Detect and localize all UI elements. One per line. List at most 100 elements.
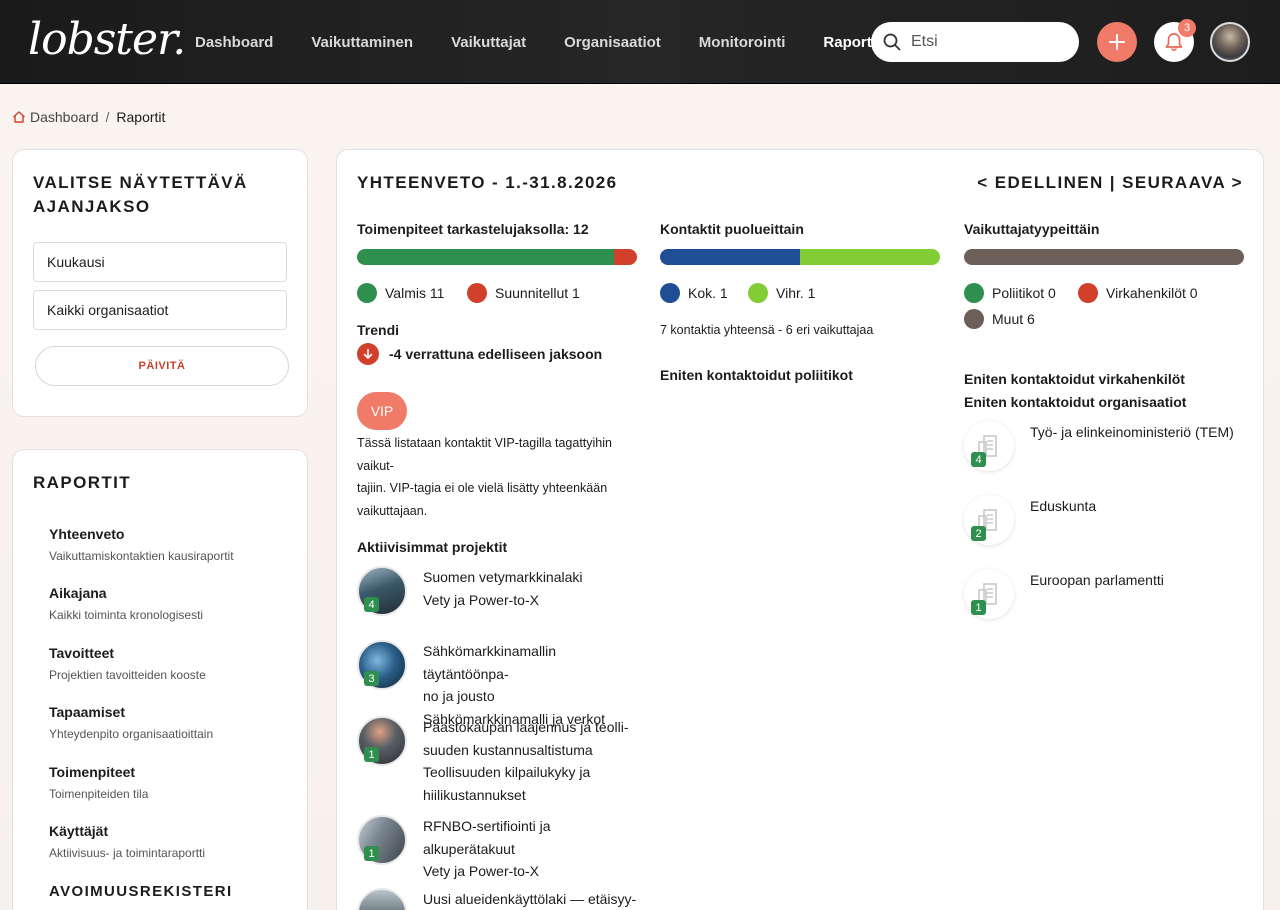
parties-bar xyxy=(660,249,940,265)
report-item-subtitle: Aktiivisuus- ja toimintaraportti xyxy=(49,846,206,860)
report-item-subtitle: Vaikuttamiskontaktien kausiraportit xyxy=(49,549,234,563)
legend-vihr: Vihr. 1 xyxy=(748,283,815,303)
summary-report-card: YHTEENVETO - 1.-31.8.2026 < EDELLINEN | … xyxy=(336,149,1264,910)
search-input[interactable] xyxy=(911,33,1061,51)
prev-next-navigation[interactable]: < EDELLINEN | SEURAAVA > xyxy=(977,171,1243,195)
report-item-yhteenveto[interactable]: Yhteenveto Vaikuttamiskontaktien kausira… xyxy=(49,526,234,563)
breadcrumb: Dashboard / Raportit xyxy=(12,109,165,125)
types-title: Vaikuttajatyypeittäin xyxy=(964,221,1100,237)
vip-description-line: vaikuttajaan. xyxy=(357,503,428,518)
user-avatar[interactable] xyxy=(1210,22,1250,62)
report-item-title: Tapaamiset xyxy=(49,704,125,720)
report-item-title: Aikajana xyxy=(49,585,107,601)
politicians-color-dot xyxy=(964,283,984,303)
period-select[interactable]: Kuukausi xyxy=(33,242,287,282)
active-projects-title: Aktiivisimmat projektit xyxy=(357,539,508,555)
breadcrumb-dashboard-link[interactable]: Dashboard xyxy=(30,109,99,125)
summary-title: YHTEENVETO - 1.-31.8.2026 xyxy=(357,173,618,192)
report-item-subtitle: Projektien tavoitteiden kooste xyxy=(49,668,206,682)
organization-count-badge: 4 xyxy=(971,452,986,467)
report-item-tavoitteet[interactable]: Tavoitteet Projektien tavoitteiden koost… xyxy=(49,645,206,682)
search-box[interactable] xyxy=(871,22,1079,62)
plus-icon xyxy=(1109,34,1125,50)
legend-kok-label: Kok. 1 xyxy=(688,285,728,301)
report-item-title: Käyttäjät xyxy=(49,823,109,839)
organization-count-badge: 2 xyxy=(971,526,986,541)
project-thumbnail[interactable] xyxy=(357,888,407,910)
vip-tag: VIP xyxy=(357,392,407,430)
kok-segment xyxy=(660,249,800,265)
project-item[interactable]: Päästökaupan laajennus ja teolli- suuden… xyxy=(423,716,643,806)
project-count-badge: 1 xyxy=(364,747,379,762)
others-color-dot xyxy=(964,309,984,329)
project-title: RFNBO-sertifiointi ja alkuperätakuut xyxy=(423,818,551,857)
top-organizations-title: Eniten kontaktoidut organisaatiot xyxy=(964,394,1187,410)
project-category: Teollisuuden kilpailukyky ja xyxy=(423,764,591,780)
project-title: Sähkömarkkinamallin täytäntöönpa- xyxy=(423,643,557,682)
report-item-title: Yhteenveto xyxy=(49,526,125,542)
organization-name[interactable]: Työ- ja elinkeinoministeriö (TEM) xyxy=(1030,424,1234,440)
legend-planned-label: Suunnitellut 1 xyxy=(495,285,580,301)
main-nav: Dashboard Vaikuttaminen Vaikuttajat Orga… xyxy=(195,0,919,84)
project-category: Vety ja Power-to-X xyxy=(423,591,539,608)
contacts-total-text: 7 kontaktia yhteensä - 6 eri vaikuttajaa xyxy=(660,323,874,337)
add-button[interactable] xyxy=(1097,22,1137,62)
nav-vaikuttajat[interactable]: Vaikuttajat xyxy=(451,34,526,51)
update-button[interactable]: PÄIVITÄ xyxy=(35,346,289,386)
period-card-title: VALITSE NÄYTETTÄVÄ AJANJAKSO xyxy=(33,173,248,216)
project-count-badge: 3 xyxy=(364,671,379,686)
legend-politicians: Poliitikot 0 xyxy=(964,283,1056,303)
nav-dashboard[interactable]: Dashboard xyxy=(195,34,273,51)
organization-name[interactable]: Euroopan parlamentti xyxy=(1030,572,1164,588)
notifications-button[interactable]: 3 xyxy=(1154,19,1196,62)
top-navigation-bar: lobster. Dashboard Vaikuttaminen Vaikutt… xyxy=(0,0,1280,84)
parties-title: Kontaktit puolueittain xyxy=(660,221,804,237)
trend-text: -4 verrattuna edelliseen jaksoon xyxy=(389,346,603,362)
nav-vaikuttaminen[interactable]: Vaikuttaminen xyxy=(311,34,413,51)
nav-organisaatiot[interactable]: Organisaatiot xyxy=(564,34,661,51)
actions-count-title: Toimenpiteet tarkastelujaksolla: 12 xyxy=(357,221,589,237)
project-category: hiilikustannukset xyxy=(423,786,526,803)
top-politicians-title: Eniten kontaktoidut poliitikot xyxy=(660,367,853,383)
project-item[interactable]: RFNBO-sertifiointi ja alkuperätakuut Vet… xyxy=(423,815,643,883)
project-title: Suomen vetymarkkinalaki xyxy=(423,569,583,585)
lobster-logo[interactable]: lobster. xyxy=(28,14,186,66)
legend-officials: Virkahenkilöt 0 xyxy=(1078,283,1198,303)
nav-monitorointi[interactable]: Monitorointi xyxy=(699,34,786,51)
project-title: no ja jousto xyxy=(423,688,495,704)
done-color-dot xyxy=(357,283,377,303)
legend-done-label: Valmis 11 xyxy=(385,285,445,301)
vip-description-line: tajiin. VIP-tagia ei ole vielä lisätty y… xyxy=(357,481,608,495)
period-selection-card: VALITSE NÄYTETTÄVÄ AJANJAKSO Kuukausi Ka… xyxy=(12,149,308,417)
legend-officials-label: Virkahenkilöt 0 xyxy=(1106,285,1198,301)
legend-done: Valmis 11 xyxy=(357,283,444,303)
report-item-title: Tavoitteet xyxy=(49,645,115,661)
actions-status-bar xyxy=(357,249,637,265)
home-icon[interactable] xyxy=(12,110,26,124)
breadcrumb-current: Raportit xyxy=(116,109,166,125)
project-count-badge: 1 xyxy=(364,846,379,861)
project-category: Vety ja Power-to-X xyxy=(423,863,539,879)
report-item-subtitle: Toimenpiteiden tila xyxy=(49,787,149,801)
notification-count-badge: 3 xyxy=(1178,19,1196,37)
project-title: Päästökaupan laajennus ja teolli- xyxy=(423,719,629,735)
report-item-subtitle: Yhteydenpito organisaatioittain xyxy=(49,727,214,741)
project-item[interactable]: Uusi alueidenkäyttölaki — etäisyy- xyxy=(423,888,643,910)
actions-planned-segment xyxy=(613,249,637,265)
legend-kok: Kok. 1 xyxy=(660,283,728,303)
kok-color-dot xyxy=(660,283,680,303)
project-item[interactable]: Suomen vetymarkkinalaki Vety ja Power-to… xyxy=(423,566,643,611)
search-icon xyxy=(883,33,901,51)
report-item-toimenpiteet[interactable]: Toimenpiteet Toimenpiteiden tila xyxy=(49,764,148,801)
organization-select[interactable]: Kaikki organisaatiot xyxy=(33,290,287,330)
vip-description-line: Tässä listataan kontaktit VIP-tagilla ta… xyxy=(357,436,612,473)
report-item-aikajana[interactable]: Aikajana Kaikki toiminta kronologisesti xyxy=(49,585,203,622)
actions-done-segment xyxy=(357,249,614,265)
report-item-tapaamiset[interactable]: Tapaamiset Yhteydenpito organisaatioitta… xyxy=(49,704,213,741)
report-item-kayttajat[interactable]: Käyttäjät Aktiivisuus- ja toimintaraport… xyxy=(49,823,205,860)
breadcrumb-separator: / xyxy=(105,109,110,125)
organization-name[interactable]: Eduskunta xyxy=(1030,498,1096,514)
types-bar xyxy=(964,249,1244,265)
organization-count-badge: 1 xyxy=(971,600,986,615)
planned-color-dot xyxy=(467,283,487,303)
